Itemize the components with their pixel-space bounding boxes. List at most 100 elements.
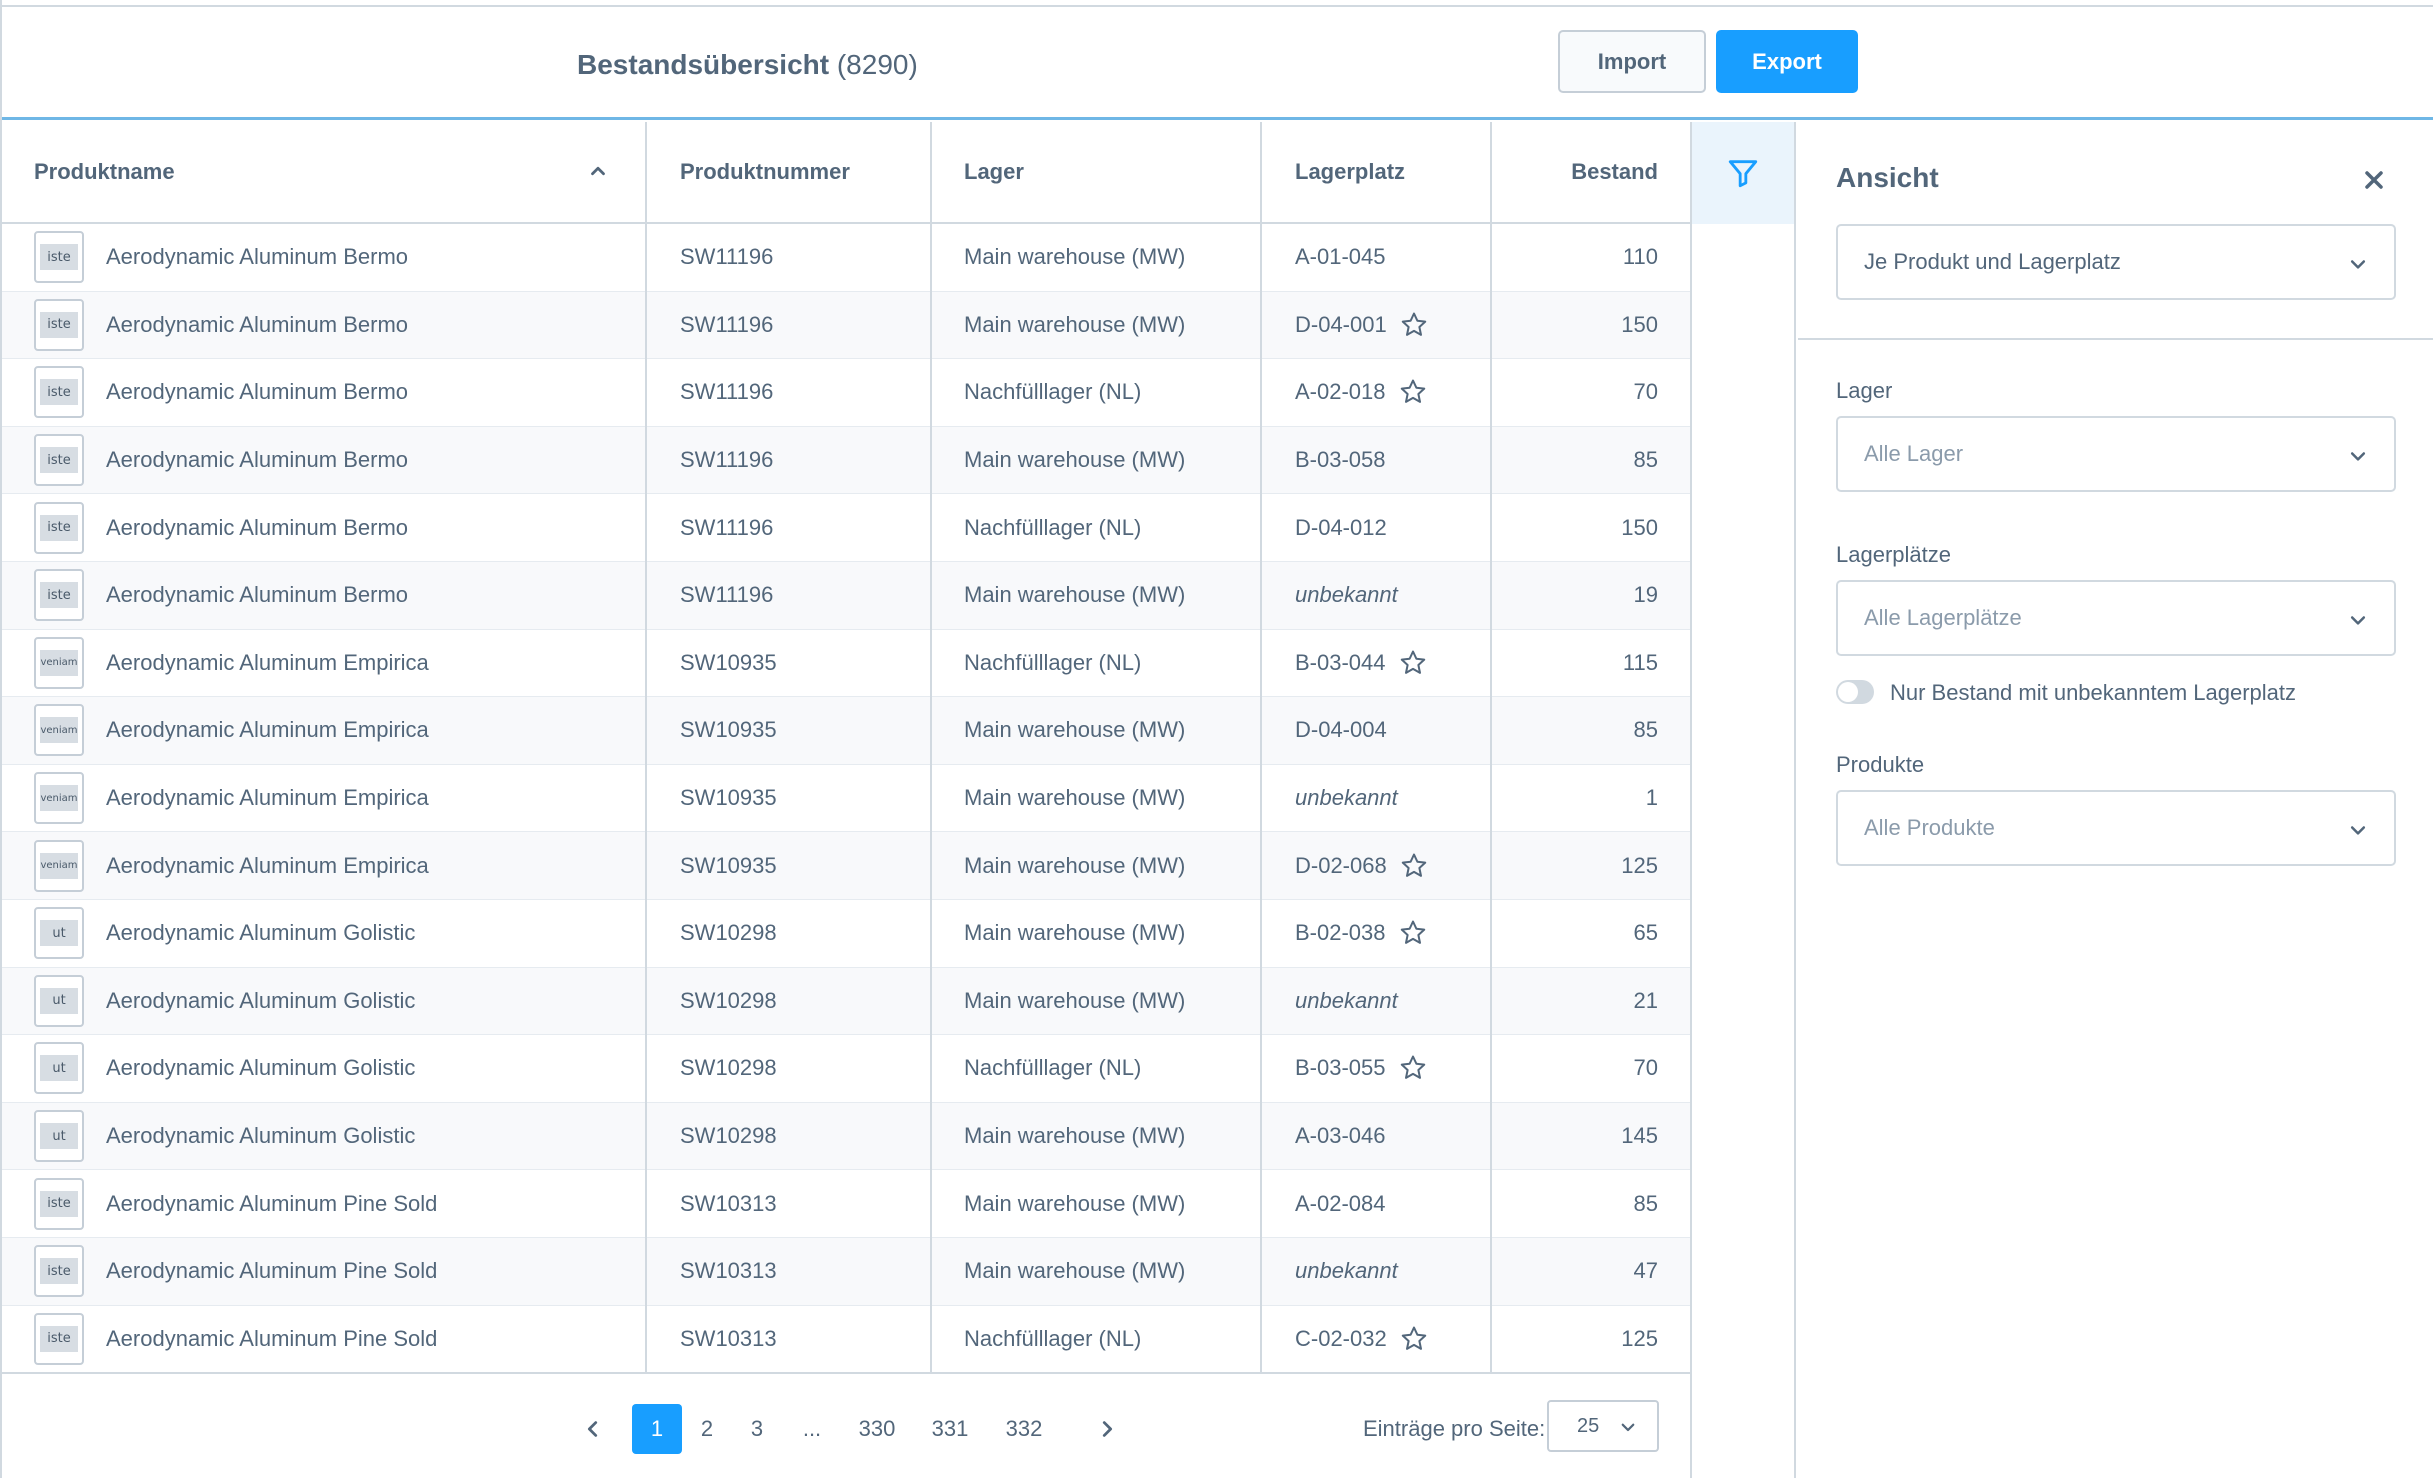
- product-name[interactable]: Aerodynamic Aluminum Empirica: [106, 717, 429, 743]
- product-number-cell: SW11196: [680, 494, 773, 561]
- table-row[interactable]: ut Aerodynamic Aluminum Golistic SW10298 Ma…: [2, 967, 1690, 1036]
- per-page-select[interactable]: 25: [1547, 1400, 1659, 1452]
- product-number-cell: SW10935: [680, 697, 777, 764]
- product-filter-placeholder: Alle Produkte: [1864, 815, 1995, 840]
- table-row[interactable]: iste Aerodynamic Aluminum Pine Sold SW1031…: [2, 1237, 1690, 1306]
- product-number: SW11196: [680, 514, 774, 540]
- table-row[interactable]: iste Aerodynamic Aluminum Bermo SW11196 Nac…: [2, 359, 1690, 427]
- product-name[interactable]: Aerodynamic Aluminum Bermo: [106, 379, 408, 405]
- product-thumbnail: veniam: [34, 704, 84, 757]
- bin-location-cell: A-02-018: [1295, 359, 1428, 426]
- product-thumbnail: veniam: [34, 772, 84, 825]
- star-outline-icon[interactable]: [1398, 1053, 1428, 1083]
- star-outline-icon[interactable]: [1398, 377, 1428, 407]
- chevron-up-icon[interactable]: [587, 160, 609, 182]
- table-row[interactable]: veniam Aerodynamic Aluminum Empirica SW109…: [2, 630, 1690, 698]
- page-button[interactable]: 330: [852, 1404, 902, 1454]
- product-name[interactable]: Aerodynamic Aluminum Empirica: [106, 853, 429, 879]
- product-name[interactable]: Aerodynamic Aluminum Empirica: [106, 650, 429, 676]
- product-name[interactable]: Aerodynamic Aluminum Pine Sold: [106, 1326, 437, 1352]
- star-outline-icon[interactable]: [1399, 1324, 1429, 1354]
- next-page-button[interactable]: [1082, 1404, 1132, 1454]
- table-row[interactable]: iste Aerodynamic Aluminum Bermo SW11196 Mai…: [2, 561, 1690, 630]
- star-outline-icon[interactable]: [1398, 648, 1428, 678]
- column-header-product-number[interactable]: Produktnummer: [647, 122, 932, 222]
- product-number: SW10298: [680, 987, 777, 1013]
- stock-cell: 65: [1492, 900, 1658, 967]
- warehouse-filter-label: Lager: [1836, 378, 1893, 403]
- product-name[interactable]: Aerodynamic Aluminum Empirica: [106, 785, 429, 811]
- column-header-product-name[interactable]: Produktname: [2, 122, 647, 222]
- star-outline-icon[interactable]: [1398, 918, 1428, 948]
- import-button[interactable]: Import: [1558, 30, 1706, 93]
- bin-location-cell: unbekannt: [1295, 1238, 1398, 1305]
- warehouse-cell: Nachfülllager (NL): [964, 359, 1141, 426]
- product-thumbnail: veniam: [34, 636, 84, 689]
- table-row[interactable]: iste Aerodynamic Aluminum Pine Sold SW1031…: [2, 1170, 1690, 1238]
- bin-location: A-02-084: [1295, 1190, 1386, 1216]
- unknown-bin-toggle[interactable]: [1836, 680, 1874, 704]
- thumbnail-label: iste: [40, 311, 78, 338]
- table-row[interactable]: iste Aerodynamic Aluminum Pine Sold SW1031…: [2, 1306, 1690, 1374]
- product-filter-select[interactable]: Alle Produkte: [1836, 790, 2396, 866]
- product-name-cell: iste Aerodynamic Aluminum Bermo: [34, 427, 408, 494]
- export-button[interactable]: Export: [1716, 30, 1858, 93]
- product-name[interactable]: Aerodynamic Aluminum Pine Sold: [106, 1191, 437, 1217]
- page-button[interactable]: 331: [925, 1404, 975, 1454]
- star-outline-icon[interactable]: [1399, 851, 1429, 881]
- product-name[interactable]: Aerodynamic Aluminum Bermo: [106, 244, 408, 270]
- bin-location-cell: B-03-058: [1295, 427, 1386, 494]
- warehouse-cell: Main warehouse (MW): [964, 1238, 1185, 1305]
- table-row[interactable]: ut Aerodynamic Aluminum Golistic SW10298 Na…: [2, 1035, 1690, 1103]
- table-row[interactable]: iste Aerodynamic Aluminum Bermo SW11196 Nac…: [2, 494, 1690, 562]
- product-name[interactable]: Aerodynamic Aluminum Golistic: [106, 1123, 415, 1149]
- product-name[interactable]: Aerodynamic Aluminum Bermo: [106, 515, 408, 541]
- product-name[interactable]: Aerodynamic Aluminum Bermo: [106, 447, 408, 473]
- product-thumbnail: iste: [34, 501, 84, 554]
- column-divider: [1490, 122, 1492, 1372]
- thumbnail-label: veniam: [40, 785, 78, 812]
- product-name-cell: ut Aerodynamic Aluminum Golistic: [34, 900, 415, 967]
- product-number: SW11196: [680, 379, 774, 405]
- thumbnail-label: ut: [40, 920, 78, 947]
- page-button[interactable]: 332: [999, 1404, 1049, 1454]
- close-icon[interactable]: [2362, 168, 2386, 192]
- view-mode-select[interactable]: Je Produkt und Lagerplatz: [1836, 224, 2396, 300]
- table-row[interactable]: ut Aerodynamic Aluminum Golistic SW10298 Ma…: [2, 1102, 1690, 1171]
- stock-value: 125: [1621, 1325, 1658, 1351]
- bin-location-cell: unbekannt: [1295, 968, 1398, 1035]
- column-divider: [645, 122, 647, 1372]
- page-button[interactable]: 2: [682, 1404, 732, 1454]
- product-name[interactable]: Aerodynamic Aluminum Bermo: [106, 582, 408, 608]
- table-row[interactable]: veniam Aerodynamic Aluminum Empirica SW109…: [2, 697, 1690, 765]
- table-row[interactable]: iste Aerodynamic Aluminum Bermo SW11196 Mai…: [2, 291, 1690, 360]
- product-thumbnail: ut: [34, 1110, 84, 1163]
- warehouse-filter-select[interactable]: Alle Lager: [1836, 416, 2396, 492]
- product-number-cell: SW11196: [680, 359, 773, 426]
- stock-value: 47: [1633, 1258, 1658, 1284]
- product-name[interactable]: Aerodynamic Aluminum Bermo: [106, 312, 408, 338]
- table-row[interactable]: iste Aerodynamic Aluminum Bermo SW11196 Mai…: [2, 224, 1690, 292]
- table-row[interactable]: iste Aerodynamic Aluminum Bermo SW11196 Mai…: [2, 426, 1690, 495]
- product-name[interactable]: Aerodynamic Aluminum Golistic: [106, 988, 415, 1014]
- column-header-stock[interactable]: Bestand: [1492, 122, 1690, 222]
- product-number: SW10935: [680, 717, 777, 743]
- bin-location: B-03-055: [1295, 1055, 1386, 1081]
- bin-filter-select[interactable]: Alle Lagerplätze: [1836, 580, 2396, 656]
- previous-page-button[interactable]: [568, 1404, 618, 1454]
- page-button[interactable]: 1: [632, 1404, 682, 1454]
- page-button[interactable]: 3: [732, 1404, 782, 1454]
- column-label: Bestand: [1571, 159, 1658, 184]
- product-number-cell: SW10298: [680, 968, 777, 1035]
- table-row[interactable]: veniam Aerodynamic Aluminum Empirica SW109…: [2, 765, 1690, 833]
- column-header-warehouse[interactable]: Lager: [932, 122, 1262, 222]
- product-name[interactable]: Aerodynamic Aluminum Pine Sold: [106, 1258, 437, 1284]
- star-outline-icon[interactable]: [1399, 310, 1429, 340]
- column-header-bin-location[interactable]: Lagerplatz: [1262, 122, 1492, 222]
- product-name[interactable]: Aerodynamic Aluminum Golistic: [106, 920, 415, 946]
- table-row[interactable]: ut Aerodynamic Aluminum Golistic SW10298 Ma…: [2, 900, 1690, 968]
- table-row[interactable]: veniam Aerodynamic Aluminum Empirica SW109…: [2, 832, 1690, 900]
- filter-button[interactable]: [1692, 122, 1794, 224]
- product-name[interactable]: Aerodynamic Aluminum Golistic: [106, 1055, 415, 1081]
- bin-location: unbekannt: [1295, 1258, 1398, 1284]
